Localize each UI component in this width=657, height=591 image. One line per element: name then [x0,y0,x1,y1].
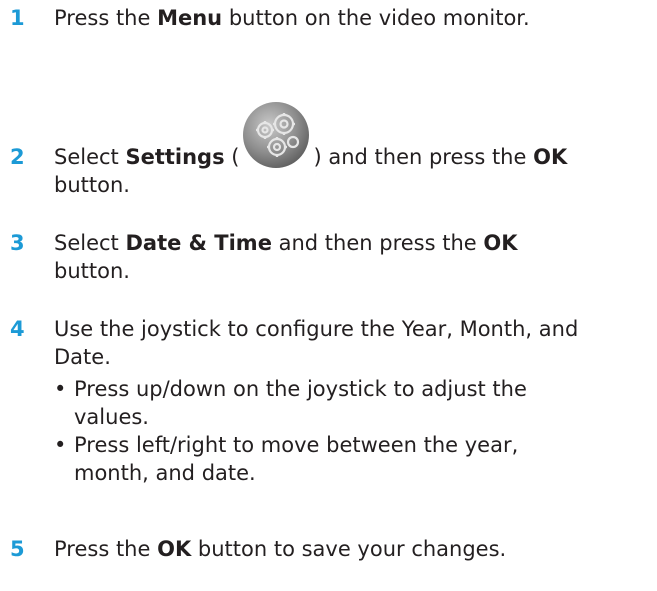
settings-gear-icon [239,102,313,171]
ok-button-label: OK [483,231,518,255]
list-item: • Press up/down on the joystick to adjus… [54,377,527,429]
settings-gear-icon-graphic [243,102,310,168]
step-text: Press the Menu button on the video monit… [54,6,530,30]
step-number: 1 [10,6,25,30]
step-text: Press the OK button to save your changes… [54,537,507,561]
date-time-label: Date & Time [125,231,272,255]
step-number: 2 [10,145,25,169]
settings-label: Settings [125,145,225,169]
ok-button-label: OK [157,537,192,561]
step-1: 1 Press the Menu button on the video mon… [10,4,650,32]
bullet-symbol: • [54,377,67,401]
step-3: 3 Select Date & Time and then press the … [10,229,650,285]
step-number: 4 [10,317,25,341]
list-item: • Press left/right to move between the y… [54,433,519,485]
step-2: 2 Select Settings () and then press the… [10,102,650,199]
step-4: 4 Use the joystick to configure the Year… [10,315,650,487]
step-text: Select Settings () and then press the O… [54,102,650,199]
menu-button-label: Menu [157,6,223,30]
step-5: 5 Press the OK button to save your chang… [10,535,650,563]
bullet-list: • Press up/down on the joystick to adjus… [54,375,650,487]
step-text: Select Date & Time and then press the OK… [54,231,518,283]
ok-button-label: OK [533,145,568,169]
bullet-symbol: • [54,433,67,457]
step-number: 3 [10,231,25,255]
step-text: Use the joystick to configure the Year, … [54,317,579,369]
step-number: 5 [10,537,25,561]
